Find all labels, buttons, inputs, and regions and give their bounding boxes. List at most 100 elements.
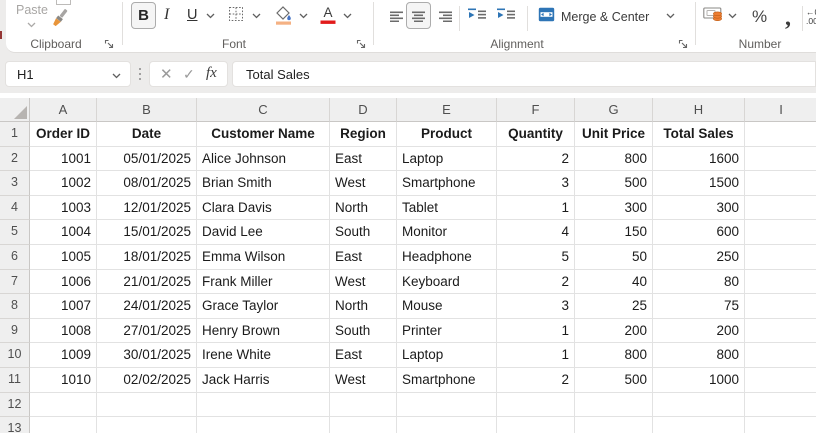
bold-button[interactable]: B <box>131 2 156 29</box>
cell-E2[interactable]: Laptop <box>397 147 497 172</box>
name-box-chevron-icon[interactable] <box>112 73 121 79</box>
merge-center-button[interactable]: Merge & Center <box>561 10 649 24</box>
cell-I13[interactable] <box>745 417 816 433</box>
cell-D9[interactable]: South <box>330 319 397 344</box>
cell-H8[interactable]: 75 <box>653 294 745 319</box>
cell-D12[interactable] <box>330 393 397 418</box>
fill-color-dropdown-chevron-icon[interactable] <box>299 13 308 19</box>
cell-G10[interactable]: 800 <box>575 343 653 368</box>
enter-icon[interactable]: ✓ <box>183 66 195 83</box>
accounting-format-icon[interactable] <box>703 6 724 22</box>
cell-E12[interactable] <box>397 393 497 418</box>
cell-F13[interactable] <box>497 417 575 433</box>
cell-H5[interactable]: 600 <box>653 220 745 245</box>
row-header-7[interactable]: 7 <box>0 270 30 295</box>
comma-style-button[interactable]: , <box>785 8 791 28</box>
cell-G6[interactable]: 50 <box>575 245 653 270</box>
formula-input[interactable]: Total Sales <box>232 61 816 87</box>
row-header-8[interactable]: 8 <box>0 294 30 319</box>
cell-F10[interactable]: 1 <box>497 343 575 368</box>
cell-H2[interactable]: 1600 <box>653 147 745 172</box>
decrease-indent-icon[interactable] <box>468 8 486 22</box>
cell-A11[interactable]: 1010 <box>30 368 97 393</box>
cell-H1[interactable]: Total Sales <box>653 122 745 147</box>
cell-F5[interactable]: 4 <box>497 220 575 245</box>
cell-G8[interactable]: 25 <box>575 294 653 319</box>
cancel-icon[interactable]: ✕ <box>160 65 173 83</box>
cell-H13[interactable] <box>653 417 745 433</box>
cell-D8[interactable]: North <box>330 294 397 319</box>
cell-G1[interactable]: Unit Price <box>575 122 653 147</box>
cell-I7[interactable] <box>745 270 816 295</box>
cell-E13[interactable] <box>397 417 497 433</box>
cell-B7[interactable]: 21/01/2025 <box>97 270 197 295</box>
cell-B3[interactable]: 08/01/2025 <box>97 171 197 196</box>
cell-F4[interactable]: 1 <box>497 196 575 221</box>
cell-H11[interactable]: 1000 <box>653 368 745 393</box>
formula-bar-resize-handle[interactable] <box>139 68 141 70</box>
cell-D13[interactable] <box>330 417 397 433</box>
cell-C9[interactable]: Henry Brown <box>197 319 330 344</box>
increase-indent-icon[interactable] <box>497 8 515 22</box>
cell-I3[interactable] <box>745 171 816 196</box>
accounting-dropdown-chevron-icon[interactable] <box>728 13 737 19</box>
cell-I4[interactable] <box>745 196 816 221</box>
cell-C5[interactable]: David Lee <box>197 220 330 245</box>
cell-D10[interactable]: East <box>330 343 397 368</box>
align-left-icon[interactable] <box>389 9 404 22</box>
cell-B1[interactable]: Date <box>97 122 197 147</box>
row-header-5[interactable]: 5 <box>0 220 30 245</box>
cell-G13[interactable] <box>575 417 653 433</box>
cell-C7[interactable]: Frank Miller <box>197 270 330 295</box>
cell-H12[interactable] <box>653 393 745 418</box>
cell-C2[interactable]: Alice Johnson <box>197 147 330 172</box>
cell-C6[interactable]: Emma Wilson <box>197 245 330 270</box>
cell-H7[interactable]: 80 <box>653 270 745 295</box>
cell-A2[interactable]: 1001 <box>30 147 97 172</box>
cell-D5[interactable]: South <box>330 220 397 245</box>
column-header-E[interactable]: E <box>397 98 497 122</box>
merge-center-dropdown-chevron-icon[interactable] <box>666 13 675 19</box>
row-header-3[interactable]: 3 <box>0 171 30 196</box>
column-header-I[interactable]: I <box>745 98 816 122</box>
row-header-2[interactable]: 2 <box>0 147 30 172</box>
cell-B12[interactable] <box>97 393 197 418</box>
cell-I12[interactable] <box>745 393 816 418</box>
font-color-icon[interactable]: A <box>319 4 337 25</box>
align-right-icon[interactable] <box>438 9 453 22</box>
cell-E7[interactable]: Keyboard <box>397 270 497 295</box>
cell-D1[interactable]: Region <box>330 122 397 147</box>
cell-E10[interactable]: Laptop <box>397 343 497 368</box>
cell-E3[interactable]: Smartphone <box>397 171 497 196</box>
cell-D6[interactable]: East <box>330 245 397 270</box>
cell-B10[interactable]: 30/01/2025 <box>97 343 197 368</box>
cell-I9[interactable] <box>745 319 816 344</box>
cell-F9[interactable]: 1 <box>497 319 575 344</box>
cell-H9[interactable]: 200 <box>653 319 745 344</box>
cell-D11[interactable]: West <box>330 368 397 393</box>
copy-icon[interactable] <box>56 0 71 5</box>
cell-A5[interactable]: 1004 <box>30 220 97 245</box>
cell-H10[interactable]: 800 <box>653 343 745 368</box>
cell-G2[interactable]: 800 <box>575 147 653 172</box>
row-header-1[interactable]: 1 <box>0 122 30 147</box>
cell-C4[interactable]: Clara Davis <box>197 196 330 221</box>
underline-button[interactable]: U <box>187 7 197 23</box>
font-color-dropdown-chevron-icon[interactable] <box>343 13 352 19</box>
italic-button[interactable]: I <box>164 6 169 24</box>
cell-A7[interactable]: 1006 <box>30 270 97 295</box>
column-header-H[interactable]: H <box>653 98 745 122</box>
increase-decimal-icon[interactable]: ←0 .00 <box>806 8 816 26</box>
column-header-B[interactable]: B <box>97 98 197 122</box>
fill-color-icon[interactable] <box>273 4 293 25</box>
row-header-6[interactable]: 6 <box>0 245 30 270</box>
column-header-A[interactable]: A <box>30 98 97 122</box>
cell-G11[interactable]: 500 <box>575 368 653 393</box>
cell-H3[interactable]: 1500 <box>653 171 745 196</box>
cell-C10[interactable]: Irene White <box>197 343 330 368</box>
cell-A4[interactable]: 1003 <box>30 196 97 221</box>
borders-dropdown-chevron-icon[interactable] <box>252 13 261 19</box>
cell-C13[interactable] <box>197 417 330 433</box>
cell-D2[interactable]: East <box>330 147 397 172</box>
cell-I6[interactable] <box>745 245 816 270</box>
